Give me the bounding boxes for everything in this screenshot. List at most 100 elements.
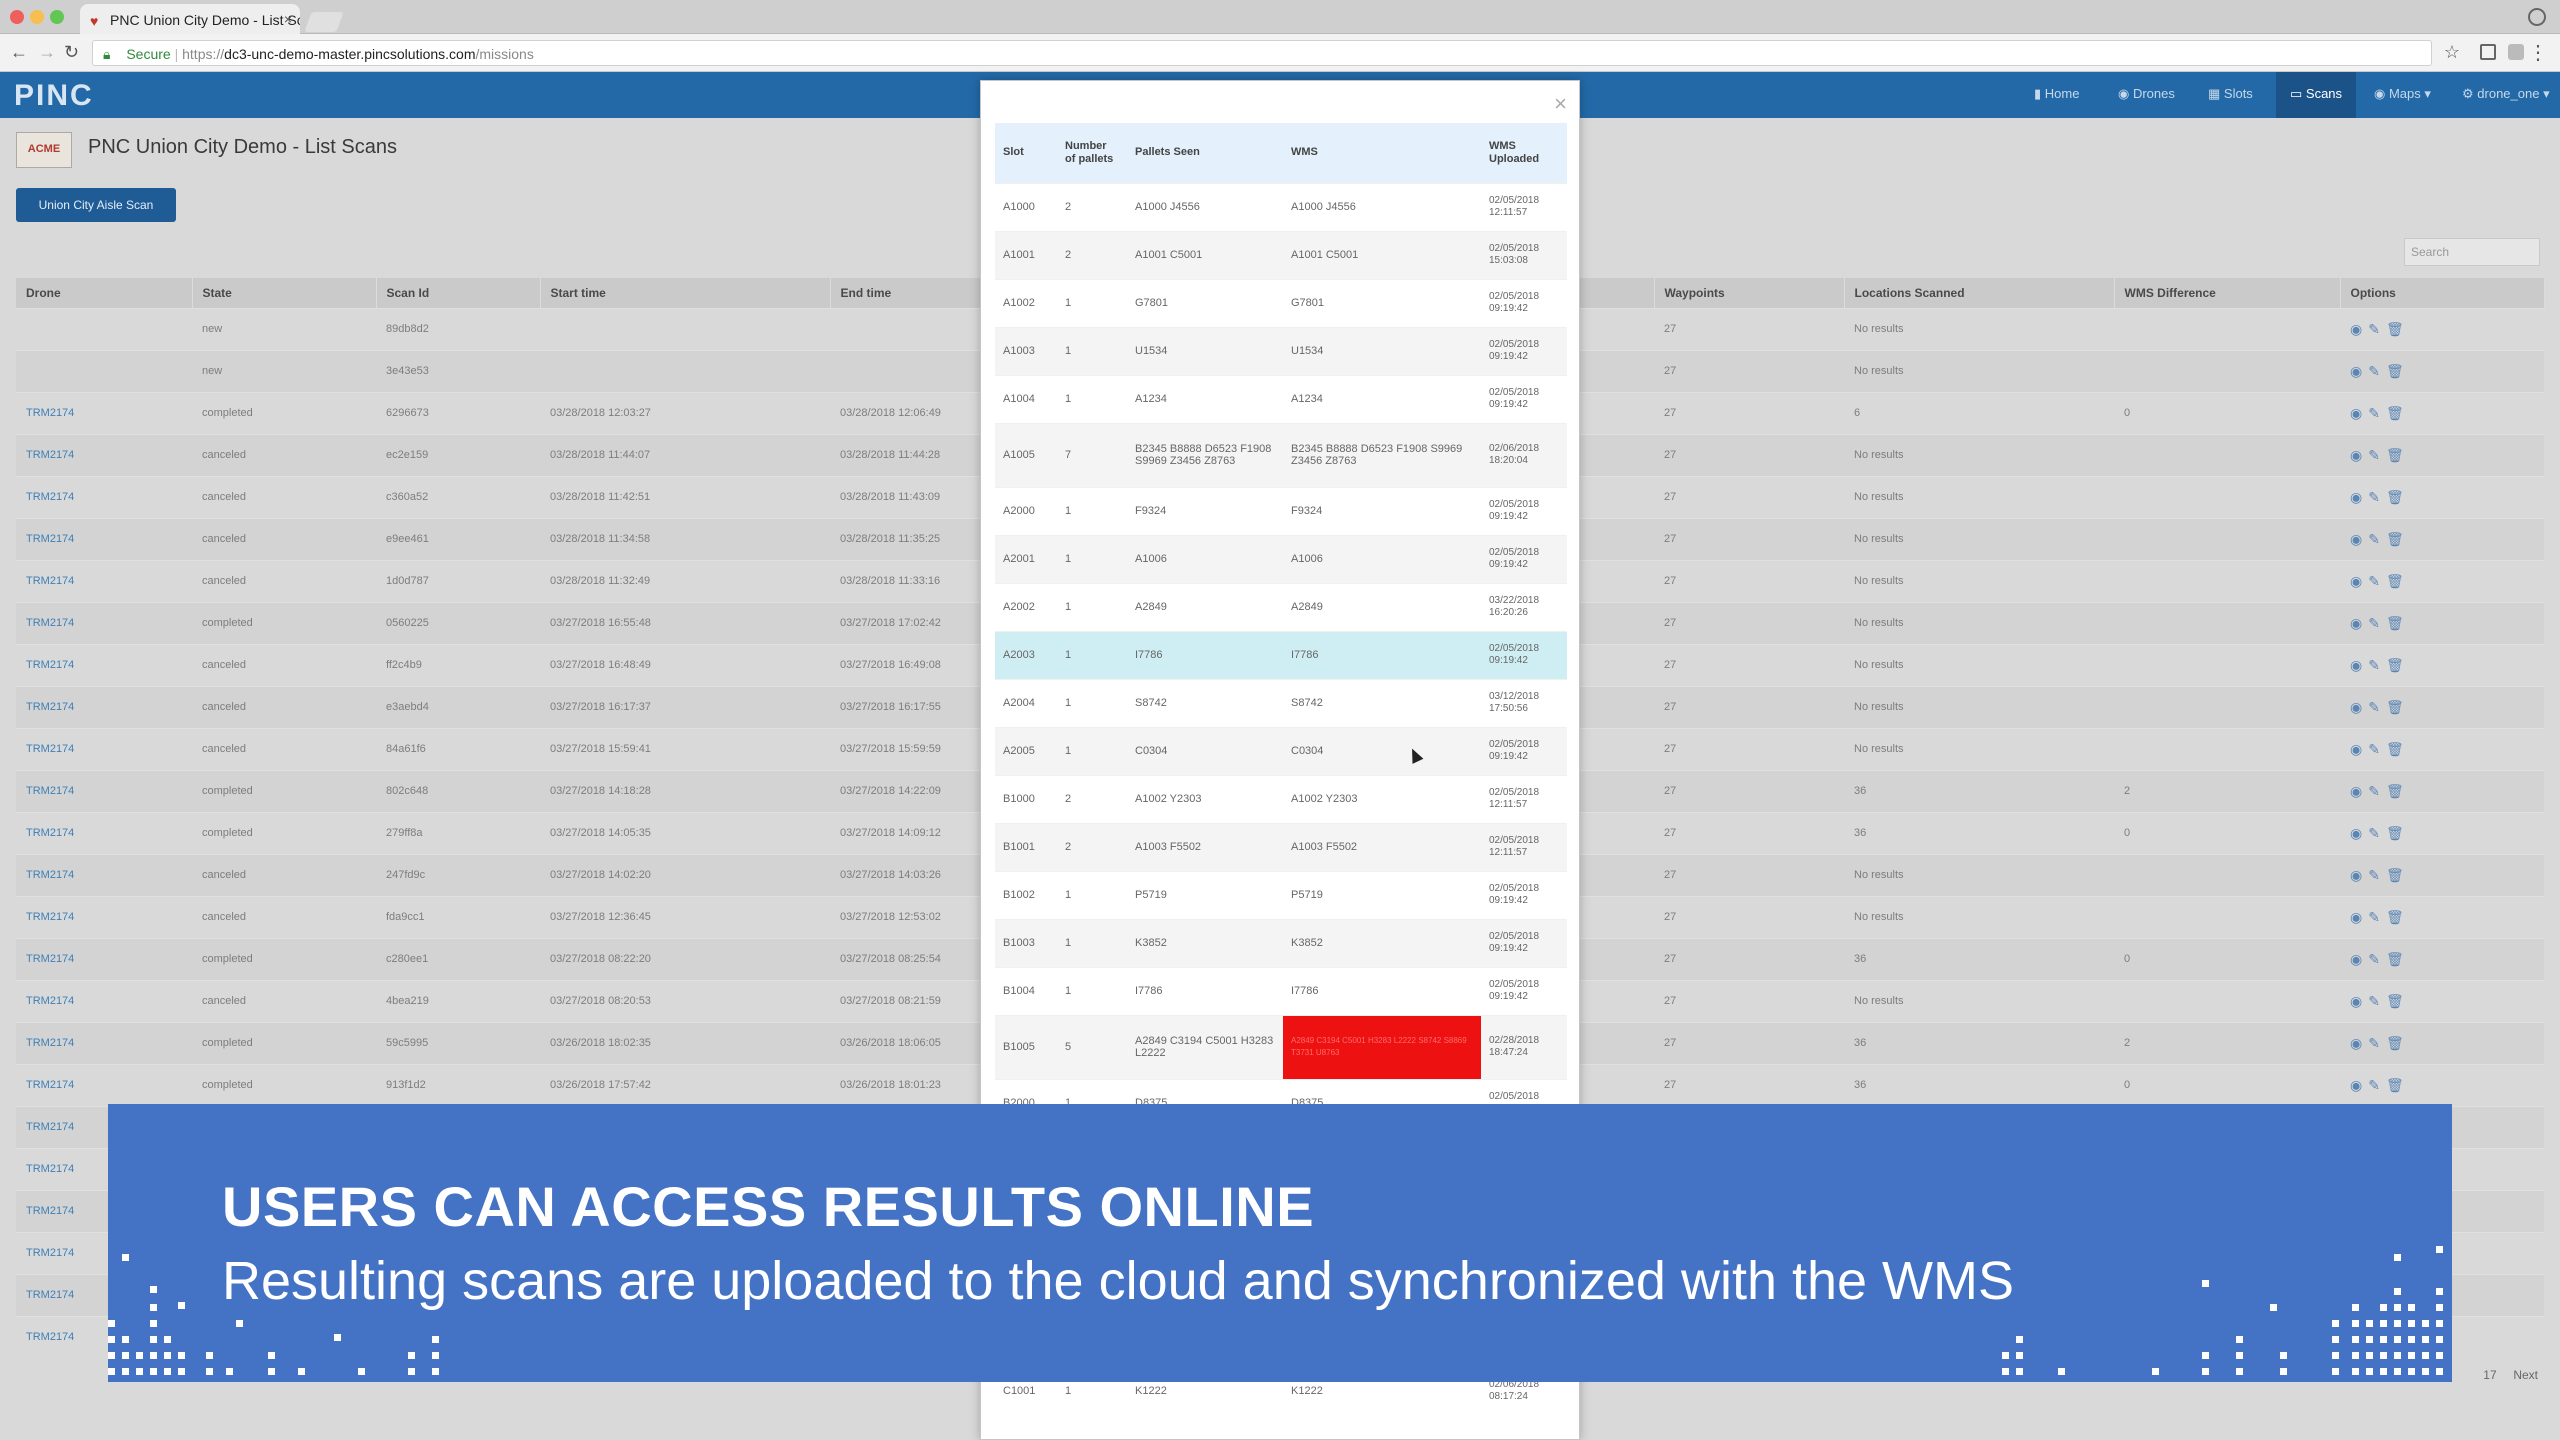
delete-trash-icon[interactable]: 🗑︎ (2386, 615, 2410, 631)
edit-icon[interactable]: ✎ (2368, 867, 2386, 883)
view-eye-icon[interactable]: ◉ (2350, 825, 2368, 841)
column-header-waypoints[interactable]: Waypoints (1654, 278, 1845, 308)
pager-next-button[interactable]: Next (2513, 1368, 2538, 1382)
extension-icon[interactable] (2508, 44, 2524, 60)
column-header-scan-id[interactable]: Scan Id (376, 278, 541, 308)
view-eye-icon[interactable]: ◉ (2350, 363, 2368, 379)
view-eye-icon[interactable]: ◉ (2350, 867, 2368, 883)
table-cell-drone[interactable]: TRM2174 (16, 769, 192, 812)
edit-icon[interactable]: ✎ (2368, 741, 2386, 757)
forward-arrow-icon[interactable]: → (38, 42, 56, 63)
nav-item-scans[interactable]: ▭ Scans (2276, 72, 2357, 118)
table-cell-drone[interactable]: TRM2174 (16, 895, 192, 938)
table-cell-drone[interactable]: TRM2174 (16, 391, 192, 434)
nav-item-maps[interactable]: ◉ Maps ▾ (2374, 86, 2431, 102)
window-minimize-button[interactable] (30, 10, 44, 24)
delete-trash-icon[interactable]: 🗑︎ (2386, 825, 2410, 841)
table-cell-drone[interactable]: TRM2174 (16, 517, 192, 560)
search-input[interactable]: Search (2404, 238, 2540, 266)
edit-icon[interactable]: ✎ (2368, 363, 2386, 379)
table-cell-drone[interactable]: TRM2174 (16, 1063, 192, 1106)
edit-icon[interactable]: ✎ (2368, 909, 2386, 925)
back-arrow-icon[interactable]: ← (10, 42, 28, 63)
table-cell-drone[interactable] (16, 349, 192, 392)
table-cell-drone[interactable]: TRM2174 (16, 1021, 192, 1064)
view-eye-icon[interactable]: ◉ (2350, 615, 2368, 631)
view-eye-icon[interactable]: ◉ (2350, 405, 2368, 421)
edit-icon[interactable]: ✎ (2368, 489, 2386, 505)
nav-item-slots[interactable]: ▦ Slots (2208, 86, 2253, 102)
edit-icon[interactable]: ✎ (2368, 825, 2386, 841)
table-cell-drone[interactable]: TRM2174 (16, 979, 192, 1022)
tab-close-icon[interactable]: × (284, 11, 292, 27)
view-eye-icon[interactable]: ◉ (2350, 909, 2368, 925)
table-cell-drone[interactable]: TRM2174 (16, 601, 192, 644)
modal-close-icon[interactable]: × (1554, 91, 1567, 117)
delete-trash-icon[interactable]: 🗑︎ (2386, 741, 2410, 757)
extension-icon[interactable] (2480, 44, 2496, 60)
edit-icon[interactable]: ✎ (2368, 783, 2386, 799)
delete-trash-icon[interactable]: 🗑︎ (2386, 783, 2410, 799)
delete-trash-icon[interactable]: 🗑︎ (2386, 1077, 2410, 1093)
table-cell-drone[interactable]: TRM2174 (16, 475, 192, 518)
view-eye-icon[interactable]: ◉ (2350, 1077, 2368, 1093)
table-cell-drone[interactable]: TRM2174 (16, 727, 192, 770)
column-header-state[interactable]: State (192, 278, 377, 308)
browser-tab[interactable]: ♥ PNC Union City Demo - List Sc × (80, 4, 300, 34)
view-eye-icon[interactable]: ◉ (2350, 993, 2368, 1009)
url-input[interactable]: 🔒︎ Secure | https://dc3-unc-demo-master.… (92, 40, 2432, 66)
view-eye-icon[interactable]: ◉ (2350, 741, 2368, 757)
view-eye-icon[interactable]: ◉ (2350, 489, 2368, 505)
browser-menu-icon[interactable]: ⋮ (2528, 40, 2548, 65)
edit-icon[interactable]: ✎ (2368, 1035, 2386, 1051)
window-close-button[interactable] (10, 10, 24, 24)
column-header-locations-scanned[interactable]: Locations Scanned (1844, 278, 2115, 308)
table-cell-drone[interactable]: TRM2174 (16, 811, 192, 854)
nav-item-user[interactable]: ⚙ drone_one ▾ (2462, 86, 2550, 102)
delete-trash-icon[interactable]: 🗑︎ (2386, 909, 2410, 925)
reload-icon[interactable]: ↻ (64, 42, 79, 63)
view-eye-icon[interactable]: ◉ (2350, 573, 2368, 589)
delete-trash-icon[interactable]: 🗑︎ (2386, 951, 2410, 967)
view-eye-icon[interactable]: ◉ (2350, 657, 2368, 673)
edit-icon[interactable]: ✎ (2368, 657, 2386, 673)
edit-icon[interactable]: ✎ (2368, 615, 2386, 631)
delete-trash-icon[interactable]: 🗑︎ (2386, 573, 2410, 589)
edit-icon[interactable]: ✎ (2368, 321, 2386, 337)
edit-icon[interactable]: ✎ (2368, 573, 2386, 589)
delete-trash-icon[interactable]: 🗑︎ (2386, 1035, 2410, 1051)
view-eye-icon[interactable]: ◉ (2350, 321, 2368, 337)
edit-icon[interactable]: ✎ (2368, 405, 2386, 421)
table-cell-drone[interactable]: TRM2174 (16, 853, 192, 896)
delete-trash-icon[interactable]: 🗑︎ (2386, 447, 2410, 463)
delete-trash-icon[interactable]: 🗑︎ (2386, 699, 2410, 715)
new-tab-button[interactable] (304, 12, 344, 32)
delete-trash-icon[interactable]: 🗑︎ (2386, 993, 2410, 1009)
table-cell-drone[interactable]: TRM2174 (16, 559, 192, 602)
union-city-aisle-scan-button[interactable]: Union City Aisle Scan (16, 188, 176, 222)
delete-trash-icon[interactable]: 🗑︎ (2386, 321, 2410, 337)
delete-trash-icon[interactable]: 🗑︎ (2386, 363, 2410, 379)
nav-item-home[interactable]: ▮ Home (2034, 86, 2079, 102)
column-header-drone[interactable]: Drone (16, 278, 193, 308)
view-eye-icon[interactable]: ◉ (2350, 1035, 2368, 1051)
view-eye-icon[interactable]: ◉ (2350, 783, 2368, 799)
table-cell-drone[interactable]: TRM2174 (16, 685, 192, 728)
window-maximize-button[interactable] (50, 10, 64, 24)
edit-icon[interactable]: ✎ (2368, 699, 2386, 715)
table-cell-drone[interactable]: TRM2174 (16, 643, 192, 686)
profile-icon[interactable] (2528, 8, 2546, 26)
edit-icon[interactable]: ✎ (2368, 993, 2386, 1009)
delete-trash-icon[interactable]: 🗑︎ (2386, 531, 2410, 547)
table-cell-drone[interactable]: TRM2174 (16, 433, 192, 476)
bookmark-star-icon[interactable]: ☆ (2444, 42, 2460, 63)
delete-trash-icon[interactable]: 🗑︎ (2386, 657, 2410, 673)
pager-page-17[interactable]: 17 (2483, 1368, 2496, 1382)
pinc-logo[interactable]: PINC (14, 79, 94, 113)
delete-trash-icon[interactable]: 🗑︎ (2386, 405, 2410, 421)
edit-icon[interactable]: ✎ (2368, 1077, 2386, 1093)
edit-icon[interactable]: ✎ (2368, 447, 2386, 463)
nav-item-drones[interactable]: ◉ Drones (2118, 86, 2175, 102)
table-cell-drone[interactable] (16, 307, 192, 350)
delete-trash-icon[interactable]: 🗑︎ (2386, 489, 2410, 505)
